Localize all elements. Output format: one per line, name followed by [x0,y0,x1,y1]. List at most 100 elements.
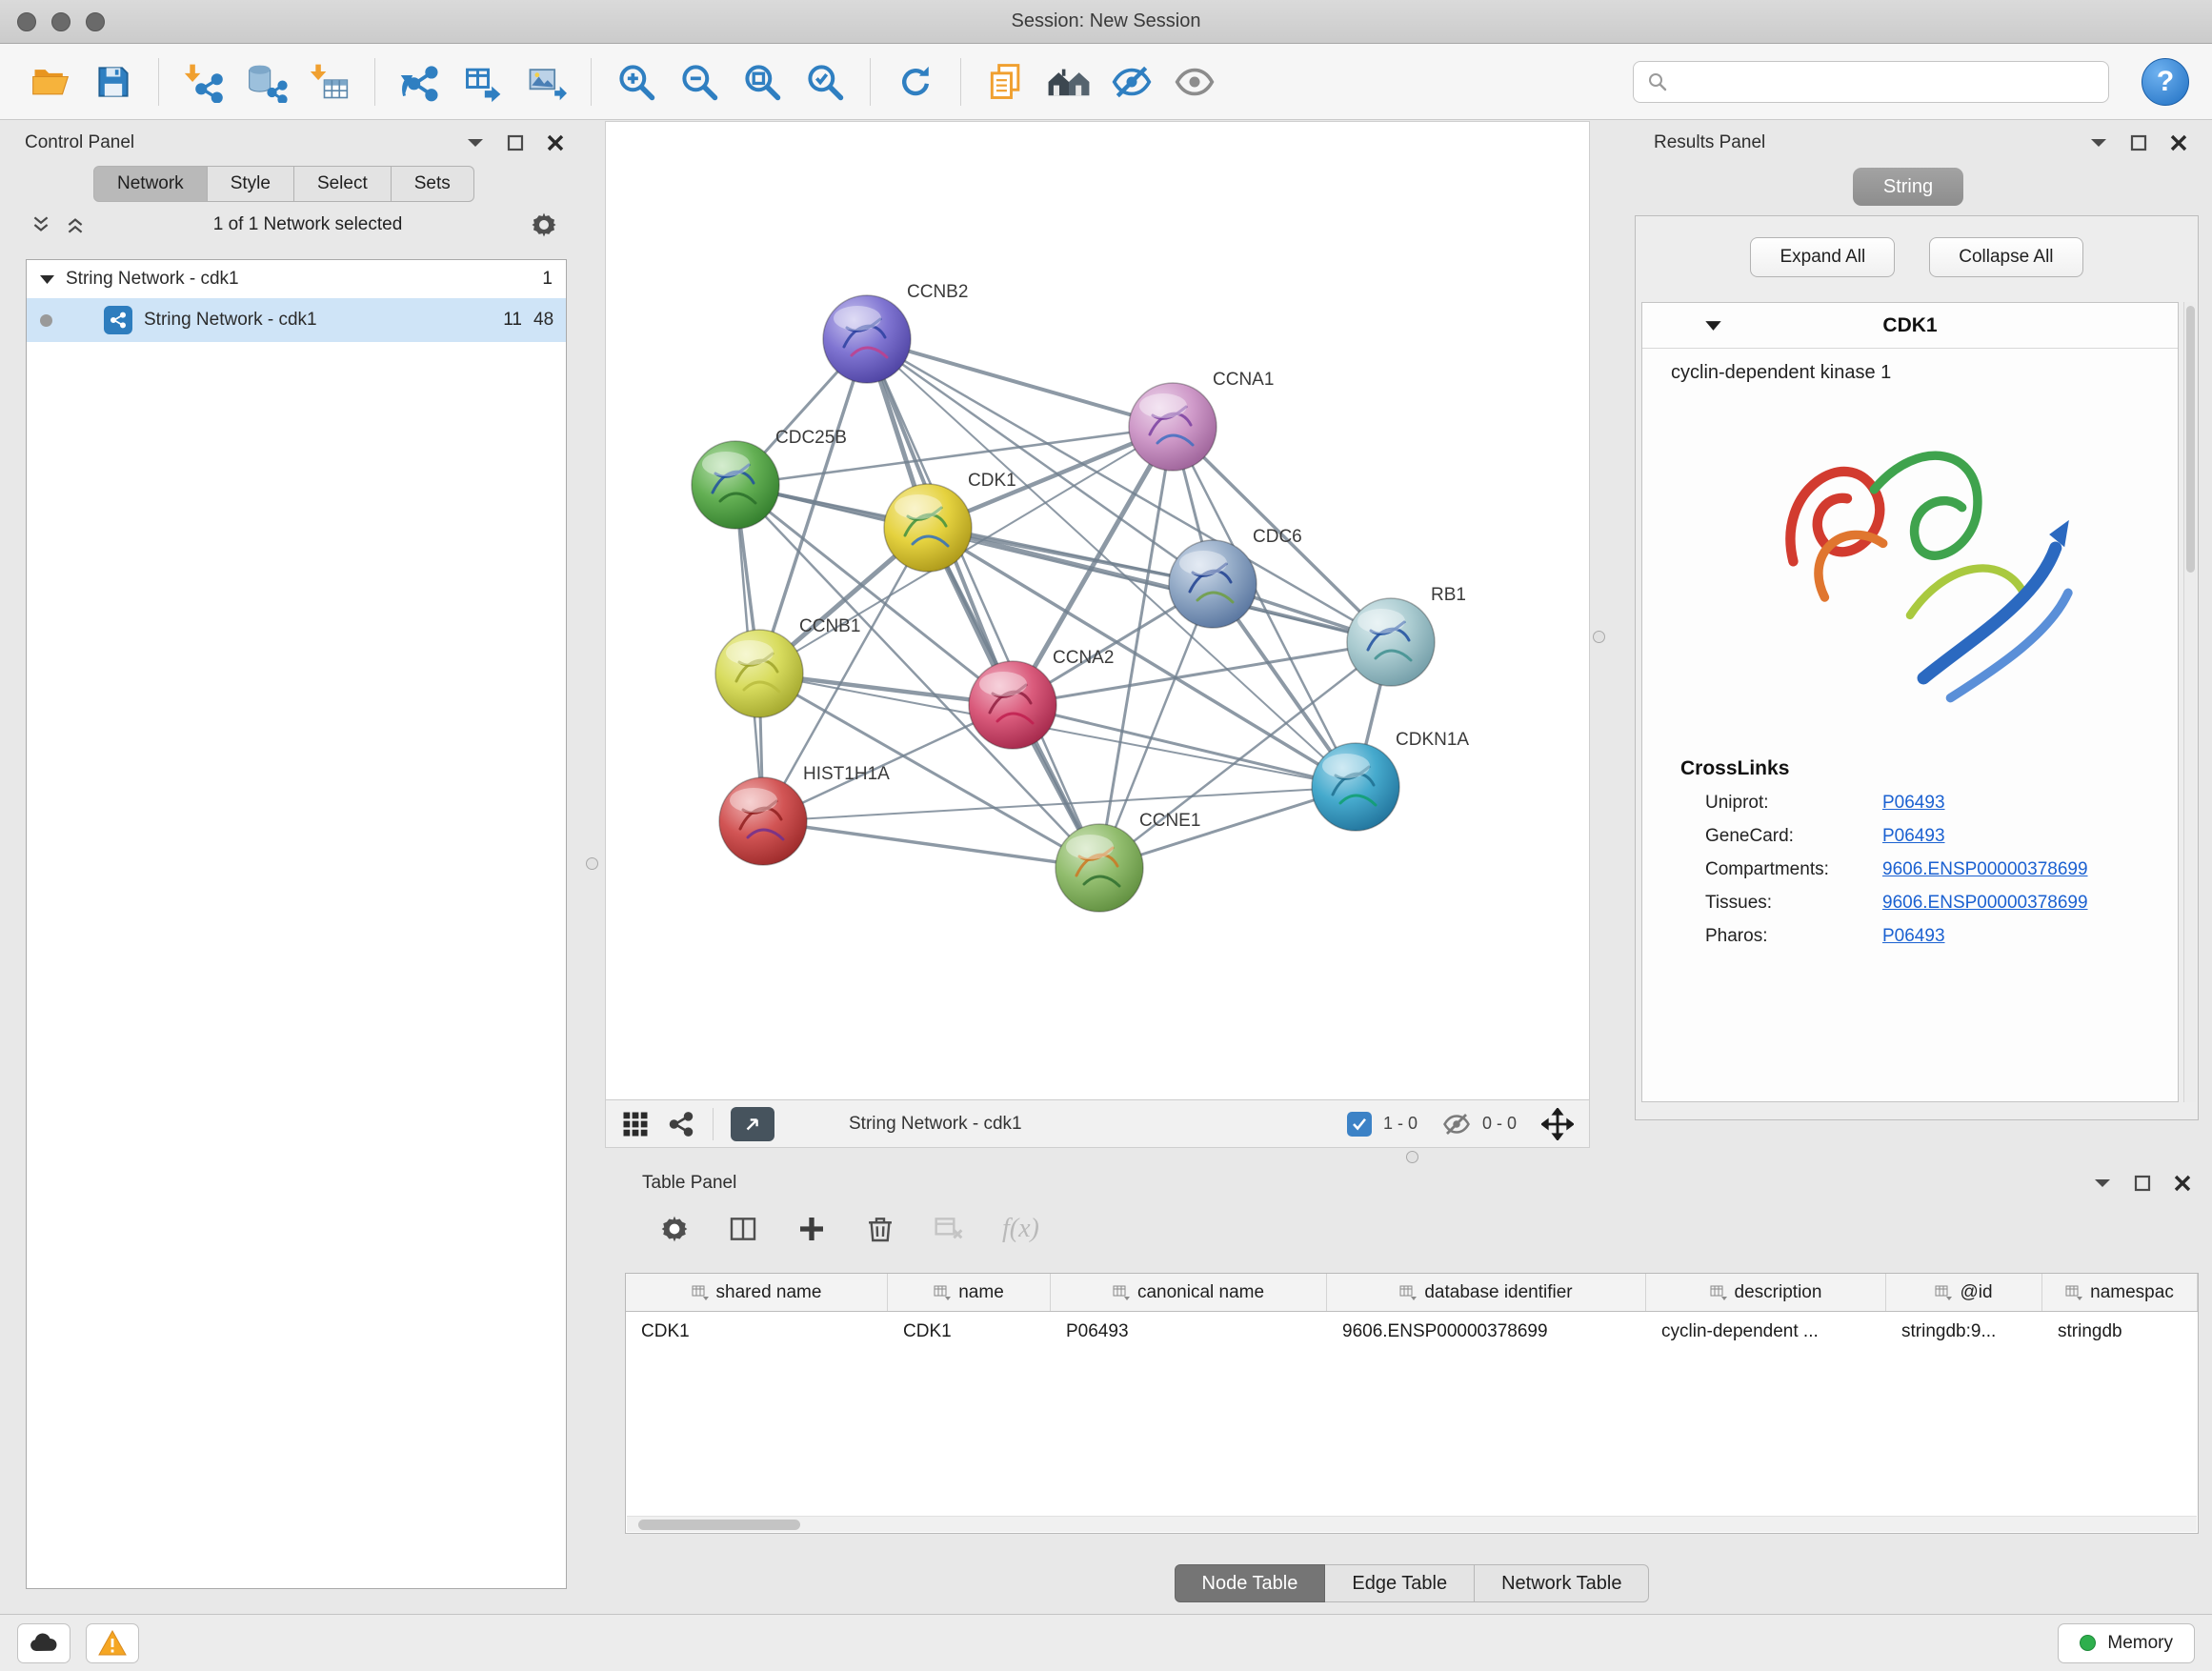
window-minimize-button[interactable] [51,12,70,31]
zoom-selected-button[interactable] [797,52,853,111]
select-columns-icon[interactable] [728,1214,758,1244]
collapse-all-button[interactable]: Collapse All [1929,237,2082,277]
table-row[interactable]: CDK1 CDK1 P06493 9606.ENSP00000378699 cy… [626,1312,2198,1352]
network-edge[interactable] [1013,705,1356,787]
results-scrollbar[interactable] [2183,302,2196,1102]
gear-icon[interactable] [530,211,558,239]
show-hidden-button[interactable] [1167,52,1222,111]
crosslink-link[interactable]: P06493 [1882,926,1945,947]
network-node-CDK1[interactable]: CDK1 [884,471,1016,572]
gear-icon[interactable] [659,1214,690,1244]
collapse-gene-icon[interactable] [1705,320,1721,332]
collapse-all-icon[interactable] [30,214,51,235]
cell-canonical-name[interactable]: P06493 [1051,1312,1327,1352]
function-builder-icon[interactable]: f(x) [1002,1214,1039,1244]
network-node-CCNA1[interactable]: CCNA1 [1129,370,1274,471]
network-node-RB1[interactable]: RB1 [1347,585,1466,686]
panel-menu-icon[interactable] [467,137,484,149]
pan-move-icon[interactable] [1541,1108,1574,1140]
tab-style[interactable]: Style [208,166,294,202]
search-input[interactable] [1633,61,2109,103]
import-table-button[interactable] [302,52,357,111]
delete-table-icon[interactable] [934,1214,964,1244]
panel-menu-icon[interactable] [2094,1178,2111,1189]
column-header[interactable]: namespac [2042,1274,2198,1311]
crosslink-row: Pharos: P06493 [1642,914,2178,947]
panel-close-icon[interactable] [2170,134,2187,151]
export-image-button[interactable] [518,52,573,111]
zoom-in-button[interactable] [609,52,664,111]
panel-float-icon[interactable] [507,134,524,151]
network-collection-row[interactable]: String Network - cdk1 1 [27,260,566,298]
tab-string[interactable]: String [1853,168,1963,206]
new-network-button[interactable] [392,52,448,111]
column-header[interactable]: database identifier [1327,1274,1646,1311]
crosslink-link[interactable]: 9606.ENSP00000378699 [1882,893,2088,914]
warning-button[interactable] [86,1623,139,1663]
expand-all-icon[interactable] [65,214,86,235]
import-network-database-button[interactable] [239,52,294,111]
tab-node-table[interactable]: Node Table [1175,1564,1326,1602]
network-row[interactable]: String Network - cdk1 11 48 [27,298,566,342]
panel-close-icon[interactable] [2174,1175,2191,1192]
crosslink-link[interactable]: P06493 [1882,826,1945,847]
cell-shared-name[interactable]: CDK1 [626,1312,888,1352]
hide-selected-button[interactable] [1104,52,1159,111]
copy-document-button[interactable] [978,52,1034,111]
panel-close-icon[interactable] [547,134,564,151]
save-session-button[interactable] [86,52,141,111]
network-node-CCNB2[interactable]: CCNB2 [823,282,968,383]
show-all-button[interactable] [1041,52,1096,111]
cell-namespace[interactable]: stringdb [2042,1312,2198,1352]
cell-description[interactable]: cyclin-dependent ... [1646,1312,1886,1352]
memory-button[interactable]: Memory [2058,1623,2195,1663]
zoom-out-button[interactable] [672,52,727,111]
tree-expander-icon[interactable] [40,274,54,285]
grid-view-icon[interactable] [621,1110,650,1138]
tab-network[interactable]: Network [93,166,208,202]
network-node-CCNB1[interactable]: CCNB1 [715,616,860,717]
network-edge[interactable] [867,339,1099,868]
cell-name[interactable]: CDK1 [888,1312,1051,1352]
column-header[interactable]: @id [1886,1274,2042,1311]
window-close-button[interactable] [17,12,36,31]
network-view-icon[interactable] [667,1110,695,1138]
expand-all-button[interactable]: Expand All [1750,237,1895,277]
panel-menu-icon[interactable] [2090,137,2107,149]
table-horizontal-scrollbar[interactable] [627,1516,2197,1532]
tab-network-table[interactable]: Network Table [1475,1564,1649,1602]
panel-float-icon[interactable] [2134,1175,2151,1192]
cell-id[interactable]: stringdb:9... [1886,1312,2042,1352]
cloud-button[interactable] [17,1623,70,1663]
open-session-button[interactable] [23,52,78,111]
column-header[interactable]: canonical name [1051,1274,1327,1311]
add-column-icon[interactable] [796,1214,827,1244]
zoom-fit-button[interactable] [734,52,790,111]
network-edge[interactable] [867,339,1173,427]
crosslink-link[interactable]: 9606.ENSP00000378699 [1882,859,2088,880]
column-header[interactable]: shared name [626,1274,888,1311]
delete-column-icon[interactable] [865,1214,895,1244]
column-header[interactable]: name [888,1274,1051,1311]
clone-network-button[interactable] [455,52,511,111]
cell-database-identifier[interactable]: 9606.ENSP00000378699 [1327,1312,1646,1352]
tab-select[interactable]: Select [294,166,392,202]
selected-checkbox[interactable] [1347,1112,1372,1137]
network-edge[interactable] [763,821,1099,868]
tab-sets[interactable]: Sets [392,166,474,202]
help-button[interactable]: ? [2142,58,2189,106]
panel-float-icon[interactable] [2130,134,2147,151]
splitter-grip-left[interactable] [586,857,598,870]
apply-layout-button[interactable] [888,52,943,111]
splitter-grip-bottom[interactable] [1406,1151,1418,1163]
window-zoom-button[interactable] [86,12,105,31]
network-node-CDC6[interactable]: CDC6 [1169,527,1302,628]
column-header[interactable]: description [1646,1274,1886,1311]
splitter-grip-right[interactable] [1593,631,1605,643]
hidden-eye-slash-icon[interactable] [1442,1110,1471,1138]
crosslink-link[interactable]: P06493 [1882,793,1945,814]
network-canvas[interactable]: CCNB2CCNA1CDC25BCDK1CDC6RB1CCNB1CCNA2CDK… [606,122,1589,1099]
tab-edge-table[interactable]: Edge Table [1325,1564,1475,1602]
birdseye-view-button[interactable] [731,1107,774,1141]
import-network-file-button[interactable] [176,52,231,111]
